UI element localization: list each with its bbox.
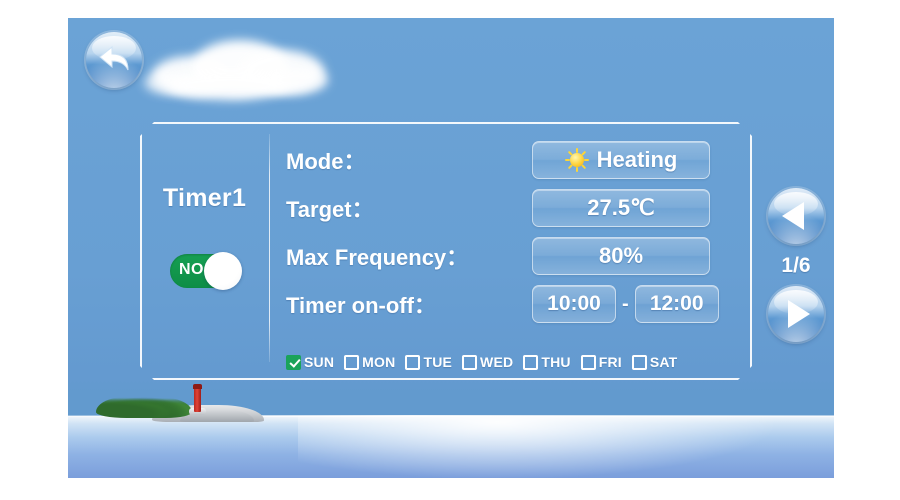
- sun-ray: [567, 164, 573, 170]
- row-max-frequency: Max Frequency： 80%: [286, 232, 742, 280]
- settings-rows: Mode： Heating Target： 27.5℃ Max Frequenc…: [286, 136, 742, 328]
- device-panel: Timer1 NO Mode： Heating Target： 27.5℃ Ma…: [68, 18, 834, 478]
- max-frequency-value-text: 80%: [598, 243, 644, 268]
- weekday-thu[interactable]: THU: [523, 354, 570, 370]
- timer-end-box[interactable]: 12:00: [634, 285, 719, 323]
- cloud-puff: [170, 70, 290, 100]
- cloud-puff: [192, 40, 288, 94]
- page-indicator: 1/6: [781, 254, 811, 277]
- timer-on-off-label: Timer on-off：: [286, 293, 436, 318]
- row-timer-on-off: Timer on-off： 10:00 - 12:00: [286, 280, 742, 328]
- checkbox-icon: [631, 354, 647, 370]
- timer-start-box[interactable]: 10:00: [532, 285, 616, 323]
- power-toggle-knob: [204, 252, 242, 290]
- weekday-label: TUE: [423, 354, 453, 370]
- weekday-label: WED: [480, 354, 514, 370]
- cloud-puff: [144, 72, 190, 94]
- power-toggle[interactable]: NO: [170, 252, 242, 290]
- checkbox-icon: [286, 354, 301, 370]
- timer-card: Timer1 NO Mode： Heating Target： 27.5℃ Ma…: [140, 122, 752, 380]
- mode-value-box[interactable]: Heating: [532, 141, 710, 179]
- target-value-box[interactable]: 27.5℃: [532, 189, 710, 227]
- checkbox-icon: [405, 354, 421, 370]
- weekday-label: SAT: [649, 354, 678, 370]
- screen-root: Timer1 NO Mode： Heating Target： 27.5℃ Ma…: [0, 0, 900, 500]
- previous-page-button[interactable]: [768, 188, 824, 244]
- weekday-sun[interactable]: SUN: [286, 354, 334, 370]
- checkbox-icon: [344, 354, 360, 370]
- island-lighthouse-graphic: [94, 384, 266, 422]
- timer-end-text: 12:00: [649, 292, 704, 315]
- weekday-wed[interactable]: WED: [462, 354, 513, 370]
- triangle-right-icon: [788, 300, 810, 328]
- sun-ray: [564, 159, 570, 161]
- time-separator: -: [622, 292, 629, 315]
- checkbox-icon: [462, 354, 478, 370]
- sun-ray: [580, 150, 586, 156]
- weekday-label: FRI: [598, 354, 622, 370]
- lighthouse-tower: [194, 387, 201, 412]
- weekday-tue[interactable]: TUE: [405, 354, 452, 370]
- sun-ray: [575, 148, 578, 153]
- cloud-graphic: [144, 26, 334, 108]
- checkbox-icon: [523, 354, 539, 370]
- cloud-puff: [152, 56, 230, 96]
- max-frequency-label: Max Frequency：: [286, 245, 469, 270]
- row-mode: Mode： Heating: [286, 136, 742, 184]
- island-trees: [96, 396, 192, 418]
- card-divider: [269, 134, 270, 362]
- row-target: Target： 27.5℃: [286, 184, 742, 232]
- weekday-mon[interactable]: MON: [344, 354, 395, 370]
- mode-value-text: Heating: [596, 147, 678, 172]
- mode-label: Mode：: [286, 149, 366, 174]
- cloud-puff: [240, 50, 324, 94]
- timer-start-text: 10:00: [547, 292, 601, 315]
- timer-title: Timer1: [162, 184, 247, 212]
- sun-ray: [567, 150, 573, 156]
- back-button[interactable]: [86, 32, 142, 88]
- weekday-label: THU: [541, 354, 571, 370]
- next-page-button[interactable]: [768, 286, 824, 342]
- max-frequency-value-box[interactable]: 80%: [532, 237, 710, 275]
- weekday-selector: SUN MON TUE WED THU FRI SAT: [286, 354, 744, 370]
- weekday-fri[interactable]: FRI: [580, 354, 622, 370]
- sun-ray: [580, 164, 586, 170]
- sea-glow: [297, 416, 773, 478]
- target-value-text: 27.5℃: [587, 195, 655, 220]
- cloud-puff: [264, 66, 328, 94]
- weekday-sat[interactable]: SAT: [631, 354, 678, 370]
- checkbox-icon: [580, 354, 596, 370]
- sun-icon: [564, 148, 589, 172]
- weekday-label: MON: [362, 354, 396, 370]
- weekday-label: SUN: [304, 354, 335, 370]
- sun-ray: [575, 167, 578, 172]
- sun-ray: [583, 159, 589, 161]
- target-label: Target：: [286, 197, 374, 222]
- lighthouse-top: [193, 384, 202, 389]
- power-toggle-label: NO: [179, 261, 204, 278]
- triangle-left-icon: [782, 202, 804, 230]
